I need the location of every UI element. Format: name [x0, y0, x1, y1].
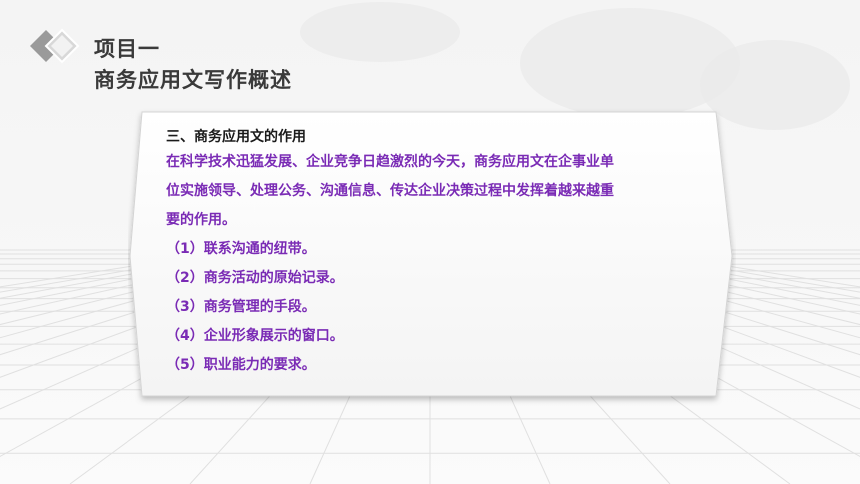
page-title-line2: 商务应用文写作概述: [94, 68, 292, 92]
list-item: （2）商务活动的原始记录。: [166, 270, 344, 286]
list-item: （4）企业形象展示的窗口。: [166, 328, 344, 344]
function-list: （1）联系沟通的纽带。 （2）商务活动的原始记录。 （3）商务管理的手段。 （4…: [166, 235, 706, 380]
double-diamond-icon: [30, 28, 80, 64]
slide: 项目一 商务应用文写作概述 三、商务应用文的作用 在科学技术迅猛发展、企业竞争日…: [0, 0, 860, 484]
page-title-line1: 项目一: [94, 37, 160, 61]
list-item: （5）职业能力的要求。: [166, 357, 316, 373]
intro-line: 位实施领导、处理公务、沟通信息、传达企业决策过程中发挥着越来越重: [166, 183, 614, 199]
card-body: 三、商务应用文的作用 在科学技术迅猛发展、企业竞争日趋激烈的今天，商务应用文在企…: [166, 126, 706, 380]
intro-line: 要的作用。: [166, 212, 236, 228]
intro-line: 在科学技术迅猛发展、企业竞争日趋激烈的今天，商务应用文在企事业单: [166, 154, 614, 170]
list-item: （1）联系沟通的纽带。: [166, 241, 316, 257]
content-card: 三、商务应用文的作用 在科学技术迅猛发展、企业竞争日趋激烈的今天，商务应用文在企…: [128, 106, 736, 406]
intro-paragraph: 在科学技术迅猛发展、企业竞争日趋激烈的今天，商务应用文在企事业单 位实施领导、处…: [166, 148, 706, 235]
list-item: （3）商务管理的手段。: [166, 299, 316, 315]
section-heading: 三、商务应用文的作用: [166, 129, 306, 145]
